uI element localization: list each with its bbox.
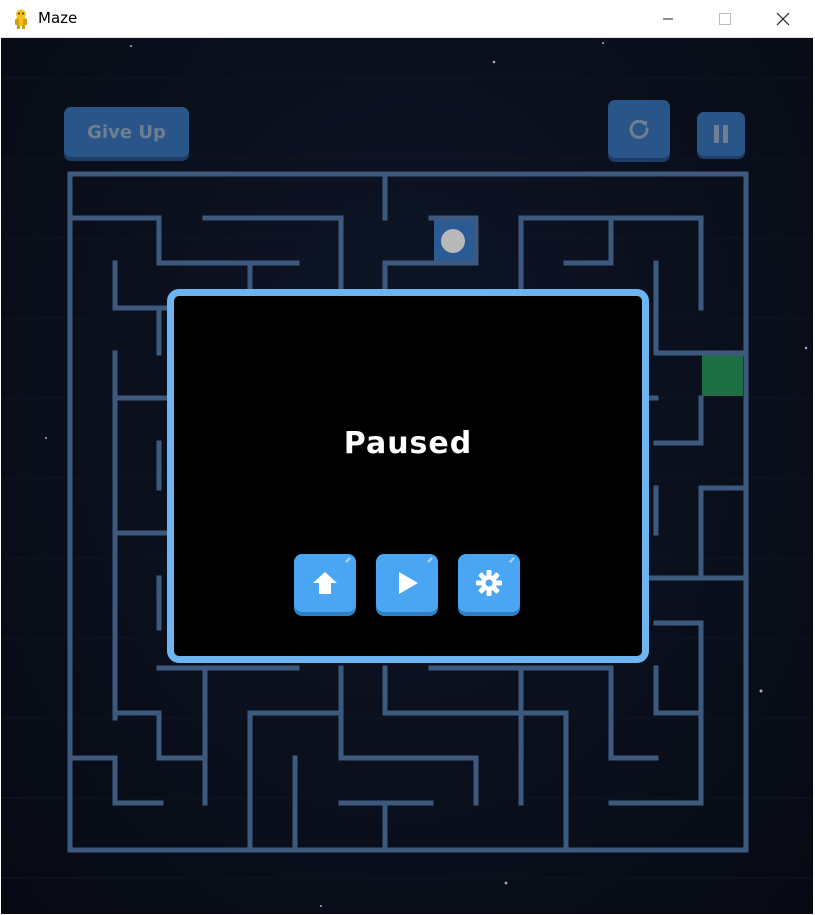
minimize-button[interactable] [645, 0, 691, 38]
title-bar: Maze [0, 0, 815, 38]
pause-menu: Paused [167, 289, 649, 663]
play-icon [399, 572, 418, 594]
home-icon [313, 572, 337, 594]
maximize-button[interactable] [702, 0, 748, 38]
goal-tile [702, 355, 743, 396]
settings-button[interactable] [458, 554, 520, 612]
gear-icon [476, 570, 502, 596]
python-icon [15, 9, 27, 29]
give-up-button[interactable]: Give Up [64, 107, 189, 157]
resume-button[interactable] [376, 554, 438, 612]
pause-icon [714, 125, 728, 143]
close-button[interactable] [760, 0, 806, 38]
close-icon [776, 12, 790, 26]
restart-icon [629, 119, 649, 139]
pause-title: Paused [343, 426, 473, 461]
player-marker [441, 229, 465, 253]
home-button[interactable] [294, 554, 356, 612]
restart-button[interactable] [608, 100, 670, 158]
pause-button[interactable] [697, 112, 745, 156]
give-up-label: Give Up [87, 121, 166, 143]
game-window: Maze Give Up Paused [0, 0, 815, 915]
maximize-icon [719, 13, 731, 25]
game-canvas: Give Up Paused [1, 38, 813, 914]
minimize-icon [663, 18, 673, 20]
window-title: Maze [38, 9, 78, 27]
